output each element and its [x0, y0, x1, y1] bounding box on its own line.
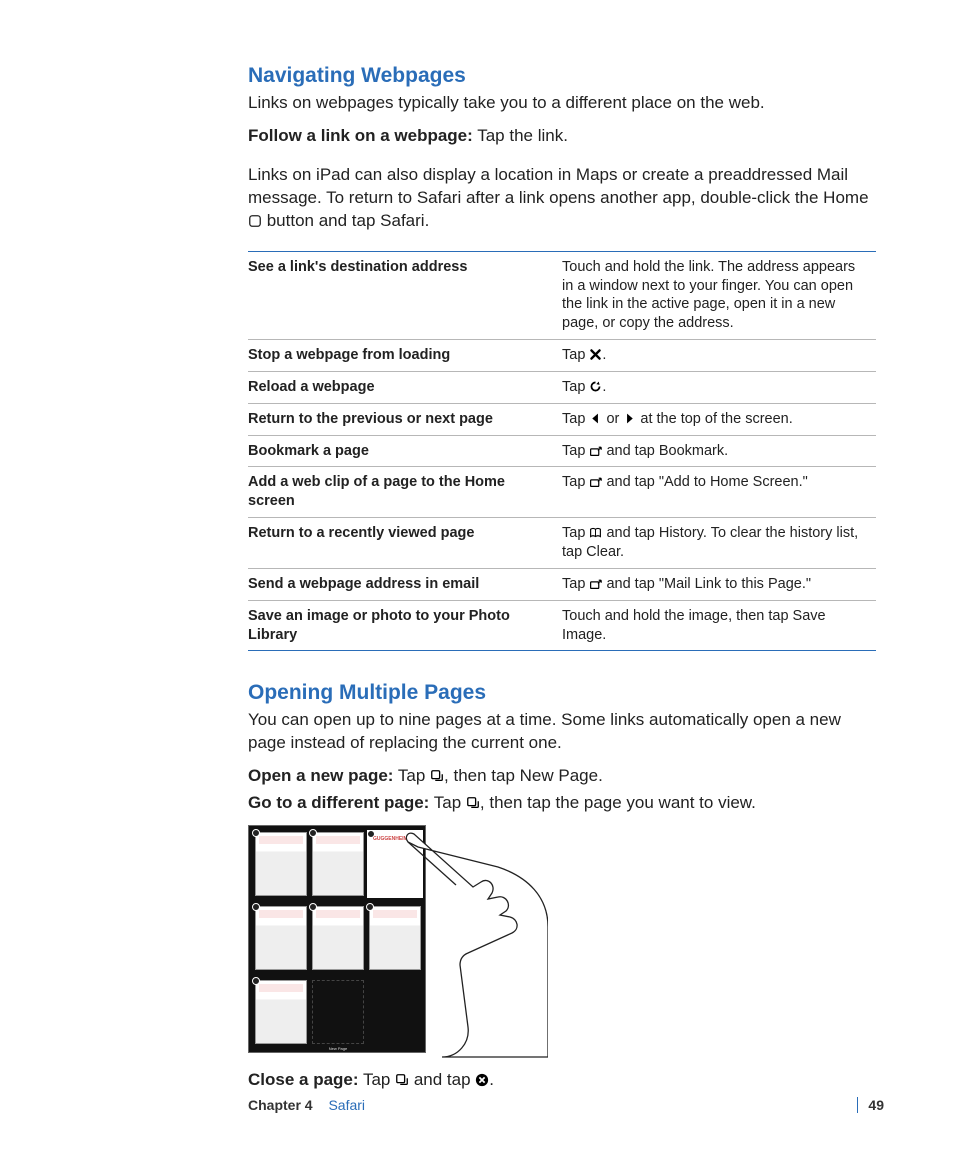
table-row-desc: Tap .: [562, 340, 876, 372]
x-icon: [589, 348, 602, 361]
new-page-label: New Page: [312, 1046, 364, 1051]
open-new-page-instruction: Open a new page: Tap , then tap New Page…: [248, 765, 874, 788]
table-row-desc: Tap and tap History. To clear the histor…: [562, 518, 876, 569]
table-row-desc: Touch and hold the image, then tap Save …: [562, 600, 876, 651]
footer-chapter-name: Safari: [328, 1097, 365, 1113]
fwd-icon: [623, 412, 636, 425]
table-row-desc: Tap and tap "Add to Home Screen.": [562, 467, 876, 518]
hand-illustration: [378, 827, 548, 1059]
table-row-label: Stop a webpage from loading: [248, 340, 562, 372]
home-icon: [248, 214, 262, 228]
table-row-label: Return to a recently viewed page: [248, 518, 562, 569]
heading-navigating-webpages: Navigating Webpages: [248, 64, 874, 88]
table-row: Send a webpage address in emailTap and t…: [248, 568, 876, 600]
footer-page-number: 49: [857, 1097, 884, 1113]
multi-intro-text: You can open up to nine pages at a time.…: [248, 709, 874, 755]
table-row-label: See a link's destination address: [248, 251, 562, 339]
follow-link-text: Tap the link.: [473, 126, 568, 145]
tips-table: See a link's destination addressTouch an…: [248, 251, 876, 652]
reload-icon: [589, 380, 602, 393]
table-row: Reload a webpageTap .: [248, 371, 876, 403]
goto-page-instruction: Go to a different page: Tap , then tap t…: [248, 792, 874, 815]
share-icon: [589, 444, 602, 457]
page-thumb: [312, 832, 364, 896]
new-page-thumb: [312, 980, 364, 1044]
close-page-instruction: Close a page: Tap and tap .: [248, 1069, 874, 1092]
page-thumb: [255, 832, 307, 896]
table-row-desc: Tap and tap "Mail Link to this Page.": [562, 568, 876, 600]
table-row: Bookmark a pageTap and tap Bookmark.: [248, 435, 876, 467]
table-row: Save an image or photo to your Photo Lib…: [248, 600, 876, 651]
table-row-desc: Tap and tap Bookmark.: [562, 435, 876, 467]
heading-opening-multiple-pages: Opening Multiple Pages: [248, 681, 874, 705]
book-icon: [589, 526, 602, 539]
table-row: Add a web clip of a page to the Home scr…: [248, 467, 876, 518]
page-switcher-figure: GUGGENHEIM New Page: [248, 825, 548, 1059]
page-footer: Chapter 4 Safari 49: [248, 1097, 884, 1113]
manual-page: Navigating Webpages Links on webpages ty…: [0, 0, 954, 1156]
footer-chapter: Chapter 4: [248, 1097, 313, 1113]
table-row: Stop a webpage from loadingTap .: [248, 340, 876, 372]
follow-link-instruction: Follow a link on a webpage: Tap the link…: [248, 125, 874, 148]
table-row-label: Return to the previous or next page: [248, 403, 562, 435]
close-badge-icon: [475, 1073, 489, 1087]
table-row: Return to a recently viewed pageTap and …: [248, 518, 876, 569]
intro-text: Links on webpages typically take you to …: [248, 92, 874, 115]
table-row-label: Reload a webpage: [248, 371, 562, 403]
table-row-desc: Tap .: [562, 371, 876, 403]
table-row: See a link's destination addressTouch an…: [248, 251, 876, 339]
pages-icon: [430, 769, 444, 783]
back-icon: [589, 412, 602, 425]
share-icon: [589, 577, 602, 590]
table-row-label: Bookmark a page: [248, 435, 562, 467]
ipad-links-text: Links on iPad can also display a locatio…: [248, 164, 874, 233]
page-thumb: [312, 906, 364, 970]
table-row-label: Send a webpage address in email: [248, 568, 562, 600]
table-row-desc: Tap or at the top of the screen.: [562, 403, 876, 435]
pages-icon: [466, 796, 480, 810]
table-row-label: Add a web clip of a page to the Home scr…: [248, 467, 562, 518]
table-row-label: Save an image or photo to your Photo Lib…: [248, 600, 562, 651]
pages-icon: [395, 1073, 409, 1087]
share-icon: [589, 475, 602, 488]
table-row: Return to the previous or next pageTap o…: [248, 403, 876, 435]
page-thumb: [255, 980, 307, 1044]
page-thumb: [255, 906, 307, 970]
follow-link-label: Follow a link on a webpage:: [248, 126, 473, 145]
table-row-desc: Touch and hold the link. The address app…: [562, 251, 876, 339]
